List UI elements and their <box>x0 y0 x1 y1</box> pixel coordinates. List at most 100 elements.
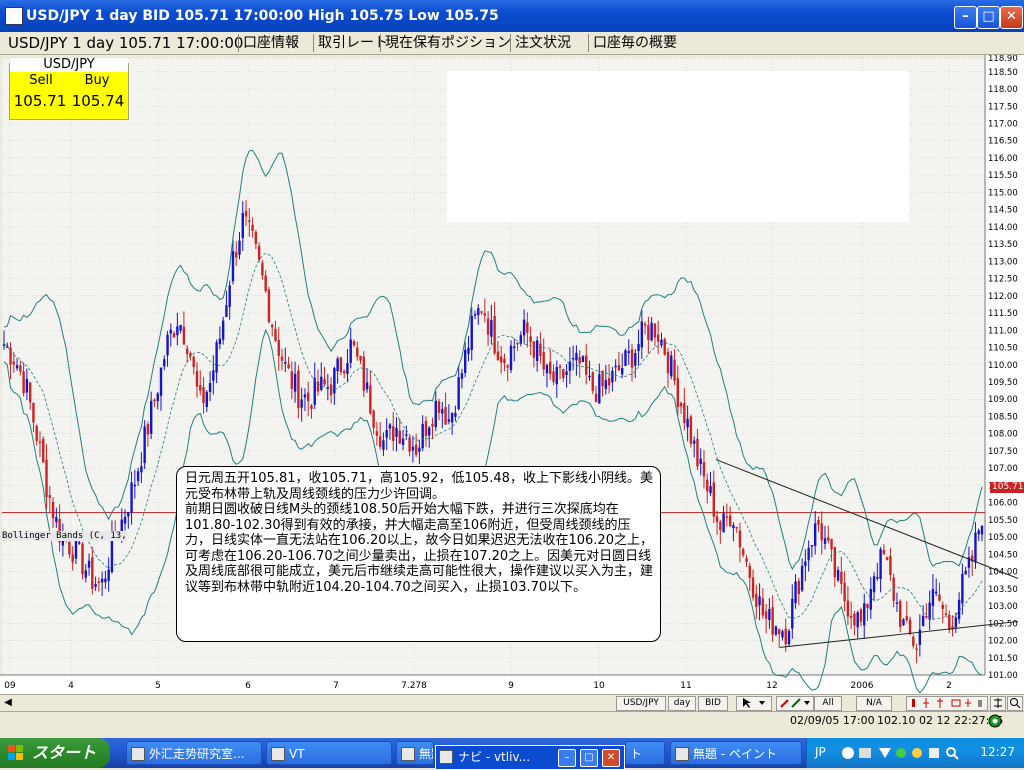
candle-up <box>732 525 735 529</box>
candle-down <box>408 437 411 452</box>
y-tick-label: 115.50 <box>988 171 1018 181</box>
candle-up <box>450 412 454 423</box>
candle-down <box>827 537 830 541</box>
candle-up <box>774 626 778 635</box>
candle-up <box>473 314 477 316</box>
chart-type-buttons[interactable] <box>906 696 988 711</box>
candle-up <box>225 305 228 318</box>
candle-down <box>653 323 657 338</box>
period-button[interactable]: day <box>668 696 696 711</box>
candle-down <box>764 611 768 619</box>
candle-down <box>51 501 55 519</box>
draw-tool-button[interactable] <box>776 696 814 711</box>
candle-down <box>751 577 755 598</box>
maximize-button[interactable]: □ <box>977 6 1000 29</box>
candle-up <box>454 412 457 417</box>
language-indicator[interactable]: JP <box>815 745 826 759</box>
candle-up <box>477 308 480 316</box>
candle-up <box>84 570 87 578</box>
taskbar-item-forex-lab[interactable]: 外汇走势研究室... <box>126 741 262 765</box>
candle-up <box>405 434 408 436</box>
candle-down <box>866 603 869 609</box>
chart-type-icon <box>912 698 982 708</box>
taskbar-item-label: 外汇走势研究室... <box>149 747 245 761</box>
candle-up <box>336 358 339 371</box>
tab-open-positions[interactable]: 現在保有ポジション <box>380 34 515 52</box>
tab-account-summary[interactable]: 口座毎の概要 <box>588 34 681 52</box>
candle-down <box>938 594 941 601</box>
y-tick-label: 107.00 <box>988 464 1018 474</box>
candle-up <box>411 446 415 451</box>
explorer-icon <box>131 747 145 761</box>
candle-down <box>745 558 748 562</box>
tab-account-info[interactable]: 口座情報 <box>238 34 303 52</box>
candle-down <box>316 381 320 392</box>
tab-order-status[interactable]: 注文状況 <box>510 34 575 52</box>
candle-down <box>499 356 503 363</box>
candle-down <box>444 407 447 425</box>
taskbar-item-paint[interactable]: 無題 - ペイント <box>670 741 802 765</box>
windows-logo-icon <box>8 745 23 760</box>
taskbar-item-vt[interactable]: VT <box>266 741 392 765</box>
range-all-button[interactable]: All <box>814 696 842 711</box>
candle-down <box>643 323 647 326</box>
y-tick-label: 108.00 <box>988 430 1018 440</box>
close-button[interactable]: ✕ <box>1000 6 1023 29</box>
candle-up <box>650 322 653 341</box>
scroll-left-button[interactable]: ◀ <box>2 696 14 709</box>
y-tick-label: 115.00 <box>988 188 1018 198</box>
y-tick-label: 109.50 <box>988 378 1018 388</box>
zoom-button[interactable] <box>990 696 1006 711</box>
tray-icons[interactable] <box>841 746 961 760</box>
candle-up <box>169 329 173 334</box>
candle-up <box>163 359 166 367</box>
candle-up <box>872 576 876 593</box>
candle-down <box>48 495 51 498</box>
candle-down <box>392 426 395 441</box>
candle-up <box>869 589 872 610</box>
price-type-button[interactable]: BID <box>698 696 728 711</box>
connection-icon <box>988 714 1002 728</box>
candle-down <box>761 598 765 616</box>
start-button[interactable]: スタート <box>0 738 110 768</box>
candle-down <box>271 325 274 328</box>
candle-down <box>81 543 84 575</box>
candle-down <box>526 322 529 333</box>
navigator-popup[interactable]: ナビ - vtliv... – □ ✕ <box>435 745 625 770</box>
candle-down <box>647 325 650 341</box>
candle-up <box>964 570 967 575</box>
candle-up <box>140 466 143 473</box>
y-tick-label: 114.00 <box>988 223 1018 233</box>
y-tick-label: 111.50 <box>988 309 1018 319</box>
sell-price[interactable]: 105.71 <box>12 92 68 110</box>
candle-up <box>320 376 323 390</box>
y-tick-label: 108.50 <box>988 412 1018 422</box>
y-tick-label: 116.50 <box>988 137 1018 147</box>
candle-down <box>369 385 372 414</box>
candle-up <box>856 612 859 628</box>
candle-up <box>176 326 179 336</box>
candle-down <box>199 384 202 391</box>
popup-close-button[interactable]: ✕ <box>602 749 620 767</box>
candle-down <box>630 349 634 368</box>
candle-down <box>549 361 552 374</box>
candle-down <box>617 365 621 371</box>
range-na-button[interactable]: N/A <box>856 696 892 711</box>
popup-minimize-button[interactable]: – <box>558 749 576 767</box>
symbol-button[interactable]: USD/JPY <box>616 696 666 711</box>
x-tick-label: 6 <box>245 681 251 691</box>
cursor-tool-button[interactable] <box>736 696 772 711</box>
search-button[interactable] <box>1007 696 1023 711</box>
minimize-button[interactable]: – <box>954 6 977 29</box>
candle-up <box>78 542 81 544</box>
candle-down <box>689 416 693 444</box>
taskbar-item-untitled[interactable]: 無題 <box>396 741 434 765</box>
buy-price[interactable]: 105.74 <box>70 92 126 110</box>
y-tick-label: 114.50 <box>988 206 1018 216</box>
candle-up <box>931 589 935 606</box>
y-tick-label: 118.00 <box>988 85 1018 95</box>
quote-panel[interactable]: USD/JPY Sell Buy 105.71 105.74 <box>9 58 129 120</box>
candle-down <box>683 402 686 424</box>
taskbar-item-hidden[interactable]: ト <box>625 741 665 765</box>
popup-maximize-button[interactable]: □ <box>580 749 598 767</box>
